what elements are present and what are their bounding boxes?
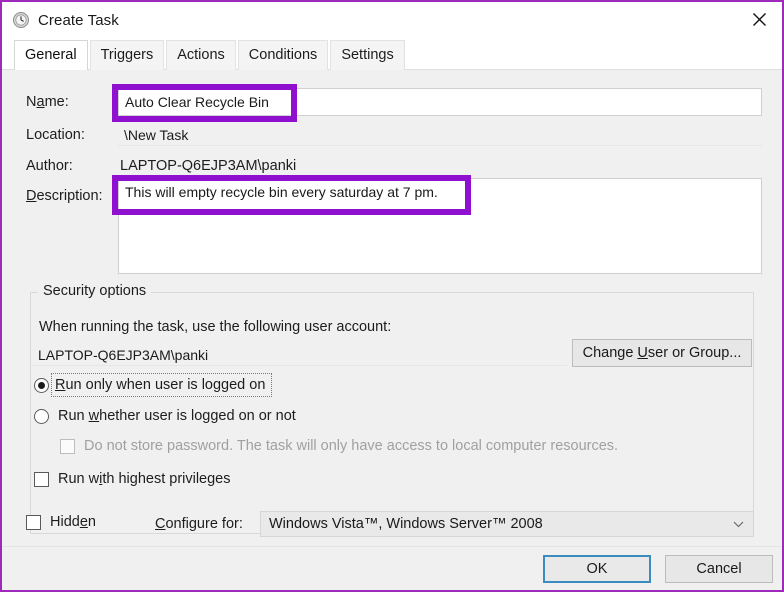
tab-settings[interactable]: Settings xyxy=(330,40,405,70)
cancel-button[interactable]: Cancel xyxy=(665,555,773,583)
ok-button[interactable]: OK xyxy=(543,555,651,583)
checkbox-label-do-not-store-password: Do not store password. The task will onl… xyxy=(84,438,619,454)
location-label: Location: xyxy=(26,127,85,143)
tab-triggers[interactable]: Triggers xyxy=(89,40,165,70)
change-user-or-group-button[interactable]: Change User or Group... xyxy=(572,339,752,367)
close-icon[interactable] xyxy=(736,2,782,36)
checkbox-indicator-highest-privileges[interactable] xyxy=(34,471,49,487)
tab-actions[interactable]: Actions xyxy=(166,40,236,70)
title-bar: Create Task xyxy=(2,2,782,38)
security-options-title: Security options xyxy=(38,283,152,299)
radio-indicator-whether[interactable] xyxy=(34,408,49,424)
checkbox-label-hidden: Hidden xyxy=(50,514,96,530)
general-tab-panel: Name: Auto Clear Recycle Bin Location: \… xyxy=(2,70,782,546)
radio-run-only-when-logged-on[interactable]: Run only when user is logged on xyxy=(34,373,273,397)
author-label: Author: xyxy=(26,158,73,174)
radio-indicator-logged-on[interactable] xyxy=(34,377,49,393)
create-task-dialog: Create Task General Triggers Actions Con… xyxy=(0,0,784,592)
dialog-footer: OK Cancel xyxy=(2,546,782,590)
name-label: Name: xyxy=(26,94,69,110)
name-input[interactable]: Auto Clear Recycle Bin xyxy=(118,88,762,116)
security-prompt: When running the task, use the following… xyxy=(39,319,392,335)
location-value: \New Task xyxy=(118,122,762,146)
configure-for-dropdown[interactable]: Windows Vista™, Windows Server™ 2008 xyxy=(260,511,754,537)
radio-run-whether-logged-on-or-not[interactable]: Run whether user is logged on or not xyxy=(34,408,296,424)
radio-label-whether: Run whether user is logged on or not xyxy=(58,408,296,424)
configure-for-label: Configure for: xyxy=(155,516,243,532)
tab-strip: General Triggers Actions Conditions Sett… xyxy=(2,38,782,70)
clock-icon xyxy=(12,11,30,29)
description-input[interactable]: This will empty recycle bin every saturd… xyxy=(118,178,762,274)
window-title: Create Task xyxy=(38,11,119,29)
checkbox-indicator-hidden[interactable] xyxy=(26,514,41,530)
checkbox-indicator-do-not-store-password xyxy=(60,438,75,454)
description-label: Description: xyxy=(26,188,103,204)
tab-general[interactable]: General xyxy=(14,40,88,70)
user-account-field: LAPTOP-Q6EJP3AM\panki xyxy=(32,342,567,366)
radio-label-logged-on: Run only when user is logged on xyxy=(50,373,273,397)
checkbox-label-highest-privileges: Run with highest privileges xyxy=(58,471,231,487)
chevron-down-icon xyxy=(733,515,744,533)
checkbox-do-not-store-password: Do not store password. The task will onl… xyxy=(60,438,618,454)
checkbox-run-with-highest-privileges[interactable]: Run with highest privileges xyxy=(34,471,231,487)
author-value: LAPTOP-Q6EJP3AM\panki xyxy=(120,158,297,174)
configure-for-value: Windows Vista™, Windows Server™ 2008 xyxy=(269,516,543,532)
change-user-or-group-label: Change User or Group... xyxy=(582,345,742,361)
checkbox-hidden[interactable]: Hidden xyxy=(26,514,96,530)
tab-conditions[interactable]: Conditions xyxy=(237,40,329,70)
